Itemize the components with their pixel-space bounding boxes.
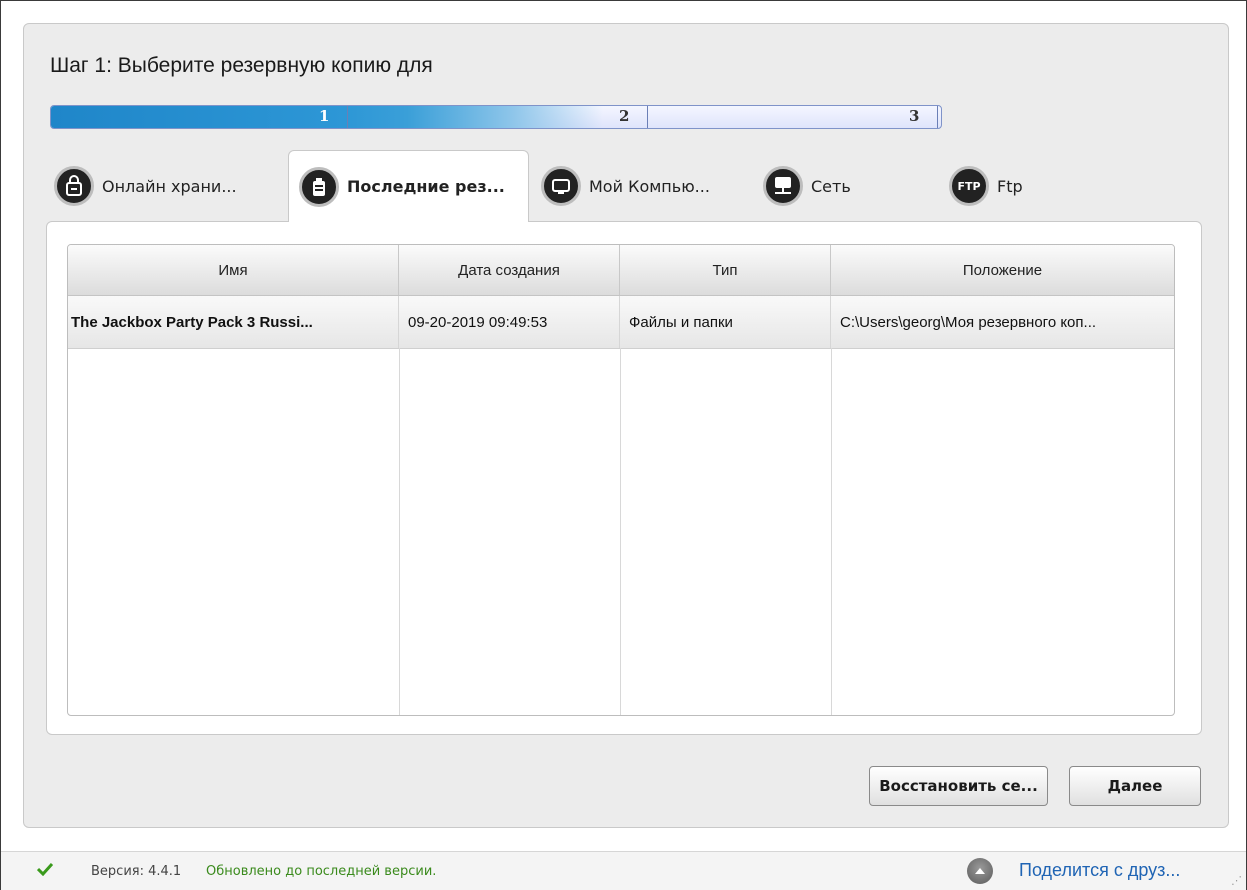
wizard-panel: Шаг 1: Выберите резервную копию для 1 2 … [23,23,1229,828]
table-row[interactable]: The Jackbox Party Pack 3 Russi... 09-20-… [68,296,1174,349]
ftp-badge-text: FTP [957,179,981,193]
cell-type: Файлы и папки [620,296,831,348]
cell-date: 09-20-2019 09:49:53 [399,296,620,348]
tab-recent-backups[interactable]: Последние рез... [288,150,529,222]
column-divider [620,348,621,715]
update-status: Обновлено до последней версии. [206,864,437,879]
version-label: Версия: 4.4.1 [91,864,182,879]
cell-location: C:\Users\georg\Моя резервного коп... [840,313,1097,331]
column-header-date[interactable]: Дата создания [399,245,620,295]
monitor-icon [541,166,581,206]
progress-divider [347,106,348,128]
tab-network[interactable]: Сеть [763,151,851,221]
cell-name: The Jackbox Party Pack 3 Russi... [68,296,399,348]
restore-button[interactable]: Восстановить се... [869,766,1048,806]
tab-label: Онлайн храни... [102,176,237,196]
step-progress-bar: 1 2 3 [50,105,942,129]
step-title: Шаг 1: Выберите резервную копию для [50,54,433,77]
checkmark-icon [36,862,54,880]
share-icon[interactable] [967,858,993,884]
progress-fill [51,106,941,128]
tab-label: Мой Компью... [589,176,710,196]
column-header-name[interactable]: Имя [68,245,399,295]
backup-icon [299,166,339,207]
app-window: Шаг 1: Выберите резервную копию для 1 2 … [0,0,1247,890]
resize-grip-icon[interactable]: ⋰ [1231,874,1242,887]
tab-label: Ftp [997,176,1023,196]
tab-label: Сеть [811,176,851,196]
progress-step-1: 1 [319,107,330,125]
progress-step-3: 3 [909,107,920,125]
status-bar: Версия: 4.4.1 Обновлено до последней вер… [1,851,1246,890]
tab-online-storage[interactable]: Онлайн храни... [54,151,237,221]
tab-label: Последние рез... [347,177,505,196]
progress-divider [937,106,938,128]
tab-content: Имя Дата создания Тип Положение The Jack… [46,221,1202,735]
lock-icon [54,166,94,206]
backups-table[interactable]: Имя Дата создания Тип Положение The Jack… [67,244,1175,716]
table-header: Имя Дата создания Тип Положение [68,245,1174,296]
ftp-icon: FTP [949,166,989,206]
tab-ftp[interactable]: FTP Ftp [949,151,1023,221]
column-header-location[interactable]: Положение [831,245,1174,295]
network-icon [763,166,803,206]
tab-my-computer[interactable]: Мой Компью... [541,151,710,221]
share-link[interactable]: Поделится с друз... [1019,860,1180,881]
column-divider [399,348,400,715]
progress-divider [647,106,648,128]
next-button[interactable]: Далее [1069,766,1201,806]
column-divider [831,348,832,715]
progress-step-2: 2 [619,107,630,125]
column-header-type[interactable]: Тип [620,245,831,295]
